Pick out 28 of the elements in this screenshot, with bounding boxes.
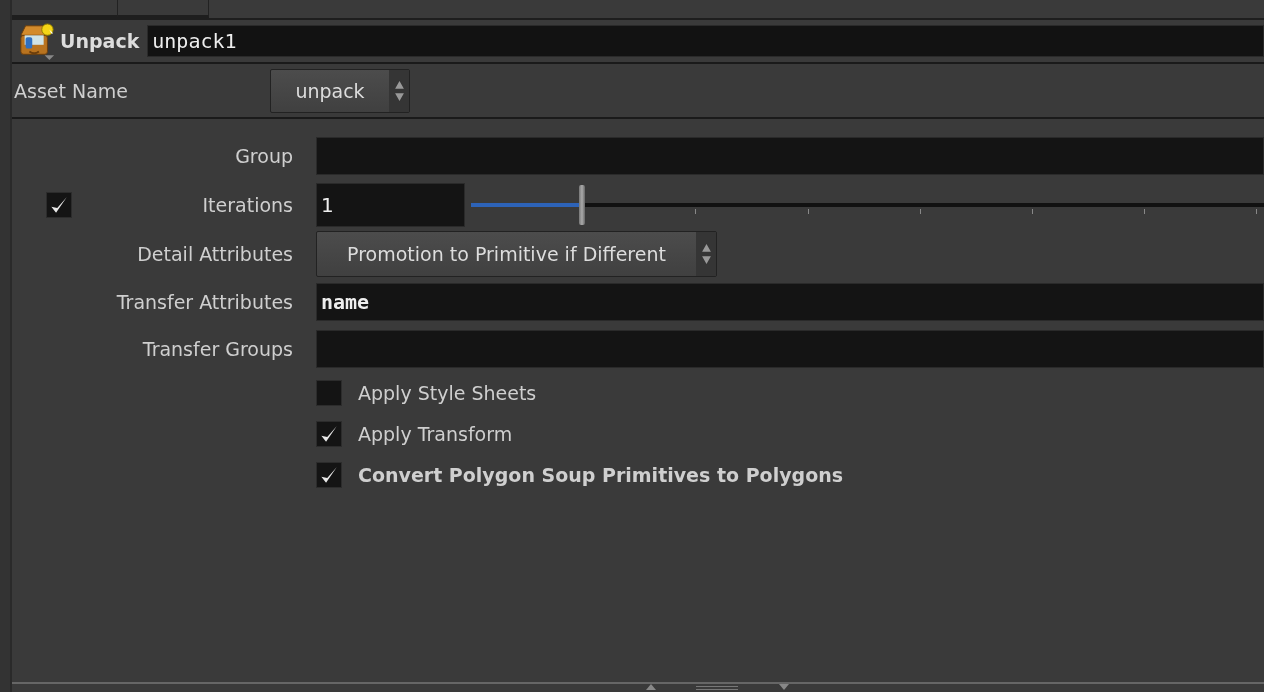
number-field[interactable]: 1 xyxy=(316,182,465,227)
checkbox[interactable] xyxy=(316,420,342,447)
toggle-label: Convert Polygon Soup Primitives to Polygons xyxy=(358,463,844,486)
dropdown-menu[interactable]: Promotion to Primitive if Different xyxy=(316,230,717,277)
toggle-label: Apply Transform xyxy=(358,422,513,445)
checkbox[interactable] xyxy=(316,461,342,488)
slider-thumb[interactable] xyxy=(579,184,585,225)
asset-name-label: Asset Name xyxy=(13,79,130,102)
text-field[interactable]: name xyxy=(316,282,1264,321)
toggle-label: Apply Style Sheets xyxy=(358,381,537,404)
parameter-label: Iterations xyxy=(202,193,293,216)
parameter-label: Detail Attributes xyxy=(137,242,293,265)
text-field[interactable] xyxy=(316,329,1264,368)
parameter-label: Transfer Attributes xyxy=(116,290,293,313)
checkbox[interactable] xyxy=(46,191,72,218)
up-down-arrows-icon[interactable] xyxy=(389,69,409,112)
up-down-arrows-icon[interactable] xyxy=(696,231,716,276)
collapse-up-icon[interactable] xyxy=(646,684,656,690)
parameter-label: Group xyxy=(235,144,293,167)
node-type-label: Unpack xyxy=(60,30,140,52)
treasure-chest-icon[interactable] xyxy=(18,21,56,61)
dropdown-menu[interactable]: unpack xyxy=(270,68,410,113)
text-field[interactable] xyxy=(316,136,1264,175)
node-name-field[interactable]: unpack1 xyxy=(147,25,1264,57)
checkbox[interactable] xyxy=(316,379,342,406)
expand-down-icon[interactable] xyxy=(778,684,790,690)
parameter-label: Transfer Groups xyxy=(142,337,293,360)
resize-grip-icon[interactable] xyxy=(696,686,738,690)
